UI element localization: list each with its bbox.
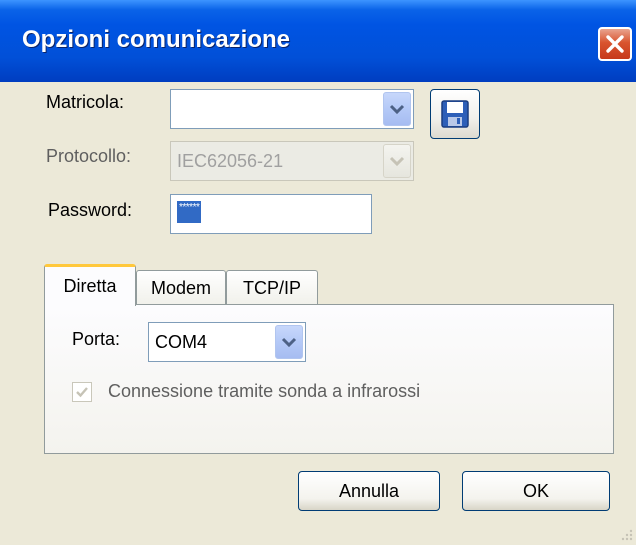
tab-diretta-label: Diretta xyxy=(63,276,117,296)
porta-combobox[interactable]: COM4 xyxy=(148,322,306,362)
protocollo-label: Protocollo: xyxy=(46,146,132,166)
close-button[interactable] xyxy=(598,27,632,61)
resize-grip-icon[interactable] xyxy=(618,526,634,542)
protocollo-combobox: IEC62056-21 xyxy=(170,141,414,181)
chevron-down-icon xyxy=(389,104,405,115)
matricola-dropdown-button[interactable] xyxy=(383,92,411,126)
checkmark-icon xyxy=(76,387,88,398)
floppy-disk-icon xyxy=(441,100,469,128)
porta-dropdown-button[interactable] xyxy=(275,325,303,359)
porta-value: COM4 xyxy=(155,331,208,352)
ok-button[interactable]: OK xyxy=(462,471,610,511)
chevron-down-icon xyxy=(281,337,297,348)
close-icon xyxy=(606,35,624,53)
tab-panel-diretta xyxy=(44,304,614,454)
protocollo-dropdown-button xyxy=(383,144,411,178)
porta-label: Porta: xyxy=(72,329,121,349)
save-button[interactable] xyxy=(430,89,480,139)
ok-button-label: OK xyxy=(522,480,549,501)
matricola-label: Matricola: xyxy=(46,92,125,112)
window-title: Opzioni comunicazione xyxy=(22,26,291,53)
password-label: Password: xyxy=(48,200,133,220)
dialog-window: Opzioni comunicazione Matricola: Protoco… xyxy=(0,0,636,545)
tab-modem[interactable]: Modem xyxy=(136,270,226,306)
matricola-combobox[interactable] xyxy=(170,89,414,129)
tab-tcpip[interactable]: TCP/IP xyxy=(226,270,318,306)
chevron-down-icon xyxy=(389,156,405,167)
password-input[interactable]: ****** xyxy=(170,194,372,234)
infrared-checkbox xyxy=(72,382,92,402)
tab-tcpip-label: TCP/IP xyxy=(242,278,301,298)
tab-modem-label: Modem xyxy=(150,278,212,298)
password-masked-value: ****** xyxy=(177,201,202,223)
cancel-button-label: Annulla xyxy=(338,480,400,501)
infrared-label: Connessione tramite sonda a infrarossi xyxy=(108,381,421,401)
cancel-button[interactable]: Annulla xyxy=(298,471,440,511)
title-bar[interactable]: Opzioni comunicazione xyxy=(0,0,636,82)
tab-diretta[interactable]: Diretta xyxy=(44,264,136,306)
protocollo-value: IEC62056-21 xyxy=(177,150,284,171)
